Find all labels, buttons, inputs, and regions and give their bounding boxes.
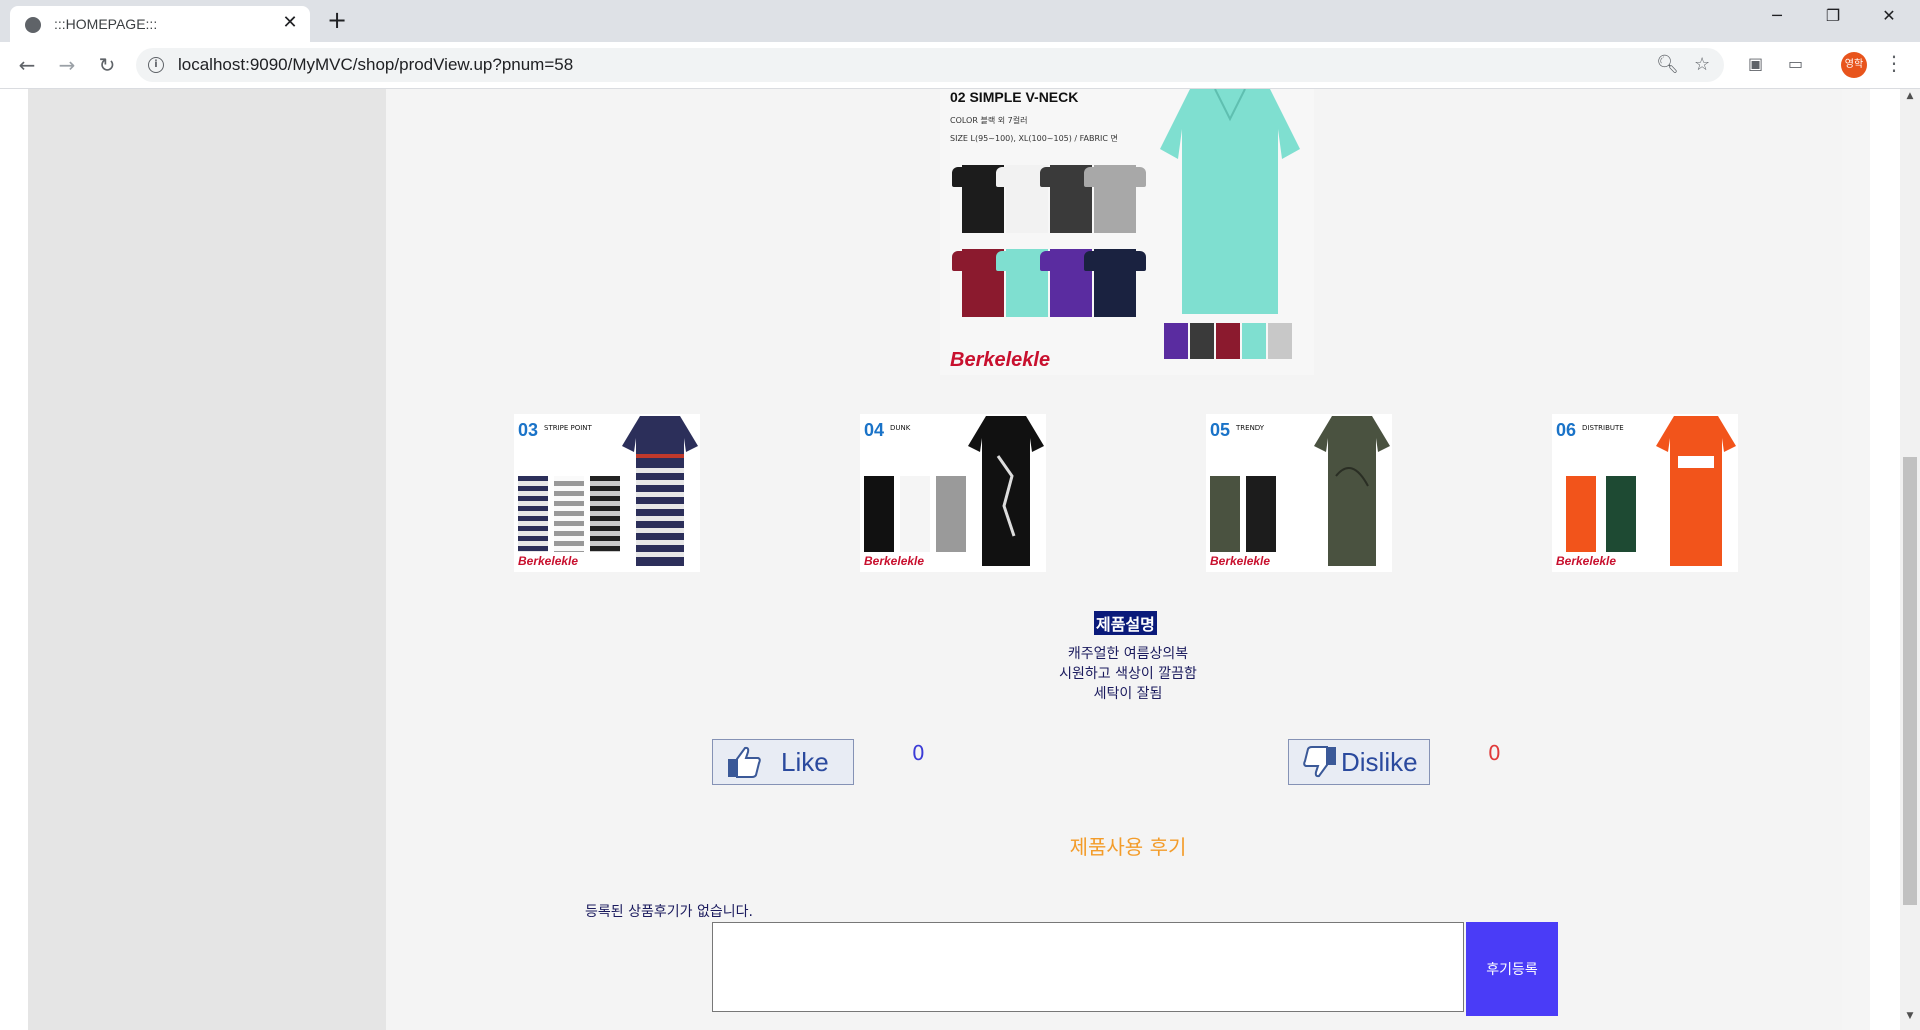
thumbnail-brand: Berkelekle <box>1210 554 1271 568</box>
thumbnail-number: 03 <box>518 420 539 440</box>
menu-icon[interactable]: ⋮ <box>1884 51 1904 75</box>
main-image-title: 02 SIMPLE V-NECK <box>950 89 1079 105</box>
swatch-charcoal <box>1190 323 1214 359</box>
shirt-gray <box>1084 165 1146 233</box>
thumbnail-name: DUNK <box>890 424 911 432</box>
profile-avatar[interactable]: 영학 <box>1841 52 1867 78</box>
thumbnail-name: STRIPE POINT <box>544 424 592 432</box>
thumbnail-05[interactable]: 05 TRENDY Berkelekle <box>1206 414 1392 572</box>
like-button[interactable]: Like <box>712 739 854 785</box>
mini-shirt-white <box>900 476 930 552</box>
review-heading: 제품사용 후기 <box>1069 835 1187 859</box>
distribute-shirt-icon <box>1656 416 1736 566</box>
description-line-3: 세탁이 잘됨 <box>1093 686 1163 702</box>
mini-shirt-white <box>554 476 584 552</box>
page-viewport: 02 SIMPLE V-NECK COLOR 블랙 외 7컬러 SIZE L(9… <box>0 89 1900 1030</box>
mini-shirt-gray <box>936 476 966 552</box>
left-sidebar <box>28 89 386 1030</box>
review-textarea[interactable] <box>712 922 1464 1012</box>
dislike-button[interactable]: Dislike <box>1288 739 1430 785</box>
mini-shirt-orange <box>1566 476 1596 552</box>
close-tab-icon[interactable]: ✕ <box>280 12 300 33</box>
mini-shirt-black <box>590 476 620 552</box>
mini-shirt-black <box>864 476 894 552</box>
back-arrow-icon[interactable]: ← <box>14 52 40 78</box>
mini-shirt-green <box>1606 476 1636 552</box>
description-line-1: 캐주얼한 여름상의복 <box>1067 646 1189 662</box>
scroll-up-arrow-icon[interactable]: ▲ <box>1900 91 1920 108</box>
swatch-burgundy <box>1216 323 1240 359</box>
thumbnail-number: 05 <box>1210 420 1231 440</box>
info-icon[interactable]: i <box>148 57 164 73</box>
tab-title: :::HOMEPAGE::: <box>54 16 158 32</box>
mini-shirt-olive <box>1210 476 1240 552</box>
swatch-purple <box>1164 323 1188 359</box>
zoom-icon[interactable]: 🔍︎ <box>1656 54 1679 75</box>
mini-shirt-navy <box>518 476 548 552</box>
main-image-color-line: COLOR 블랙 외 7컬러 <box>950 116 1028 125</box>
mini-shirt-black <box>1246 476 1276 552</box>
thumbnail-06[interactable]: 06 DISTRIBUTE Berkelekle <box>1552 414 1738 572</box>
shirt-navy <box>1084 249 1146 317</box>
main-content: 02 SIMPLE V-NECK COLOR 블랙 외 7컬러 SIZE L(9… <box>386 89 1842 1030</box>
thumbnail-brand: Berkelekle <box>1556 554 1617 568</box>
trendy-shirt-icon <box>1314 416 1390 566</box>
restore-button[interactable]: ❐ <box>1810 6 1856 25</box>
striped-shirt-icon <box>622 416 698 566</box>
scroll-down-arrow-icon[interactable]: ▼ <box>1900 1011 1920 1028</box>
forward-arrow-icon[interactable]: → <box>54 52 80 78</box>
submit-review-button[interactable]: 후기등록 <box>1466 922 1558 1016</box>
thumbs-up-icon <box>728 746 761 778</box>
minimize-button[interactable]: ─ <box>1754 6 1800 25</box>
thumbnail-brand: Berkelekle <box>518 554 579 568</box>
close-window-button[interactable]: ✕ <box>1866 6 1912 25</box>
address-bar[interactable]: i localhost:9090/MyMVC/shop/prodView.up?… <box>136 48 1724 82</box>
extension-icon[interactable]: ▣ <box>1748 54 1763 73</box>
swatch-gray <box>1268 323 1292 359</box>
thumbnail-number: 06 <box>1556 420 1577 440</box>
page-scrollbar[interactable]: ▲ ▼ <box>1900 89 1920 1030</box>
thumbnail-name: TRENDY <box>1236 424 1265 432</box>
browser-titlebar: :::HOMEPAGE::: ✕ + ─ ❐ ✕ <box>0 0 1920 42</box>
thumbnail-brand: Berkelekle <box>864 554 925 568</box>
like-label: Like <box>781 747 829 777</box>
globe-icon <box>25 17 41 33</box>
no-review-message: 등록된 상품후기가 없습니다. <box>585 904 753 920</box>
browser-tab[interactable]: :::HOMEPAGE::: ✕ <box>10 6 310 42</box>
scrollbar-thumb[interactable] <box>1903 457 1917 905</box>
thumbnail-03[interactable]: 03 STRIPE POINT Berkelekle <box>514 414 700 572</box>
main-product-image: 02 SIMPLE V-NECK COLOR 블랙 외 7컬러 SIZE L(9… <box>940 89 1314 375</box>
main-image-size-line: SIZE L(95~100), XL(100~105) / FABRIC 면 <box>950 134 1118 143</box>
url-text[interactable]: localhost:9090/MyMVC/shop/prodView.up?pn… <box>178 55 573 75</box>
thumbnail-number: 04 <box>864 420 885 440</box>
thumbnail-04[interactable]: 04 DUNK Berkelekle <box>860 414 1046 572</box>
like-count: 0 <box>912 741 925 765</box>
thumbnail-name: DISTRIBUTE <box>1582 424 1624 432</box>
description-heading: 제품설명 <box>1094 611 1157 635</box>
dislike-label: Dislike <box>1341 747 1418 777</box>
new-tab-button[interactable]: + <box>323 6 351 34</box>
brand-logo: Berkelekle <box>950 349 1051 371</box>
bookmark-star-icon[interactable]: ☆ <box>1694 54 1710 75</box>
browser-toolbar: ← → ↻ i localhost:9090/MyMVC/shop/prodVi… <box>0 42 1920 89</box>
dunk-shirt-icon <box>968 416 1044 566</box>
dislike-count: 0 <box>1488 741 1501 765</box>
reload-icon[interactable]: ↻ <box>94 52 120 78</box>
cast-icon[interactable]: ▭ <box>1788 54 1803 73</box>
description-line-2: 시원하고 색상이 깔끔함 <box>1059 666 1197 682</box>
swatch-mint <box>1242 323 1266 359</box>
large-mint-shirt <box>1160 89 1300 314</box>
thumbs-down-icon <box>1303 746 1336 778</box>
